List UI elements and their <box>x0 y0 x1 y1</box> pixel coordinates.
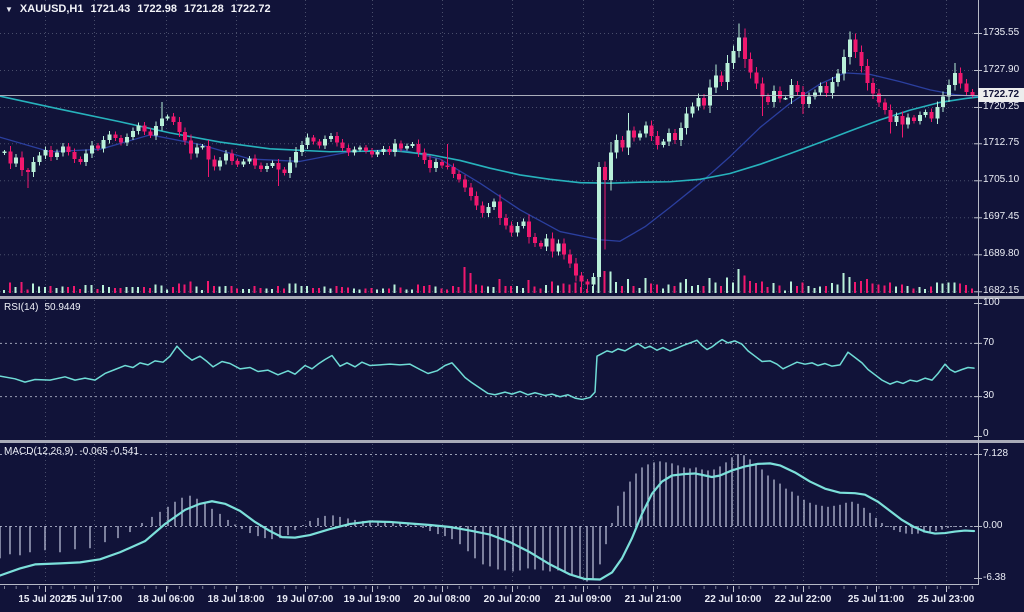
price-axis-label: 1735.55 <box>983 27 1019 39</box>
rsi-value: 50.9449 <box>44 302 80 313</box>
macd-label: MACD(12,26,9) <box>4 446 73 457</box>
price-axis-label: 1720.25 <box>983 101 1019 113</box>
rsi-axis-label: 30 <box>983 390 994 402</box>
metatrader-chart-window: ▼ XAUUSD,H1 1721.43 1722.98 1721.28 1722… <box>0 0 1024 612</box>
macd-value: -0.065 -0.541 <box>79 446 139 457</box>
time-axis-label: 18 Jul 18:00 <box>198 594 274 605</box>
price-axis-label: 1727.90 <box>983 64 1019 76</box>
time-axis-label: 22 Jul 10:00 <box>695 594 771 605</box>
price-axis-label: 1682.15 <box>983 285 1019 297</box>
time-axis-label: 22 Jul 22:00 <box>765 594 841 605</box>
chart-header: ▼ XAUUSD,H1 1721.43 1722.98 1721.28 1722… <box>5 3 271 15</box>
rsi-axis-label: 0 <box>983 428 989 440</box>
symbol-timeframe-label: XAUUSD,H1 <box>20 3 84 15</box>
time-axis-label: 21 Jul 09:00 <box>545 594 621 605</box>
time-axis-label: 20 Jul 08:00 <box>404 594 480 605</box>
macd-axis-label: -6.38 <box>983 572 1006 584</box>
rsi-axis-label: 100 <box>983 297 1000 309</box>
time-axis-label: 25 Jul 11:00 <box>838 594 914 605</box>
macd-indicator-header: MACD(12,26,9) -0.065 -0.541 <box>4 446 139 457</box>
time-axis-label: 20 Jul 20:00 <box>474 594 550 605</box>
ohlc-close: 1722.72 <box>231 3 271 15</box>
rsi-indicator-header: RSI(14) 50.9449 <box>4 302 81 313</box>
rsi-axis-label: 70 <box>983 337 994 349</box>
time-axis-label: 18 Jul 06:00 <box>128 594 204 605</box>
macd-axis-label: 7.128 <box>983 448 1008 460</box>
time-axis-label: 19 Jul 07:00 <box>267 594 343 605</box>
collapse-icon[interactable]: ▼ <box>5 5 13 14</box>
time-axis-label: 15 Jul 17:00 <box>56 594 132 605</box>
ohlc-high: 1722.98 <box>137 3 177 15</box>
price-axis-label: 1712.75 <box>983 137 1019 149</box>
ohlc-low: 1721.28 <box>184 3 224 15</box>
time-axis-label: 21 Jul 21:00 <box>615 594 691 605</box>
price-axis-label: 1697.45 <box>983 211 1019 223</box>
chart-canvas[interactable] <box>0 0 1024 612</box>
current-price-tag: 1722.72 <box>978 88 1024 102</box>
price-axis-label: 1689.80 <box>983 248 1019 260</box>
ohlc-open: 1721.43 <box>91 3 131 15</box>
macd-axis-label: 0.00 <box>983 520 1002 532</box>
rsi-label: RSI(14) <box>4 302 38 313</box>
time-axis-label: 25 Jul 23:00 <box>908 594 984 605</box>
time-axis-label: 19 Jul 19:00 <box>334 594 410 605</box>
price-axis-label: 1705.10 <box>983 174 1019 186</box>
